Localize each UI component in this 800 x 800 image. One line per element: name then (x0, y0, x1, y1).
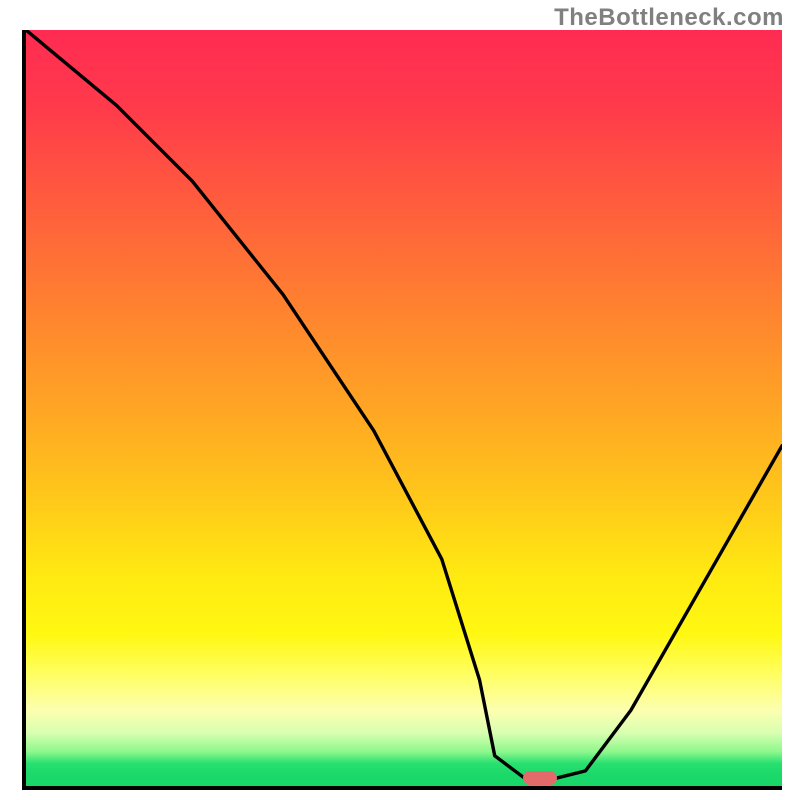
watermark-text: TheBottleneck.com (554, 4, 784, 32)
chart-container: TheBottleneck.com (0, 0, 800, 800)
optimal-marker (523, 771, 557, 785)
bottleneck-curve (26, 30, 782, 786)
plot-area (22, 30, 782, 790)
